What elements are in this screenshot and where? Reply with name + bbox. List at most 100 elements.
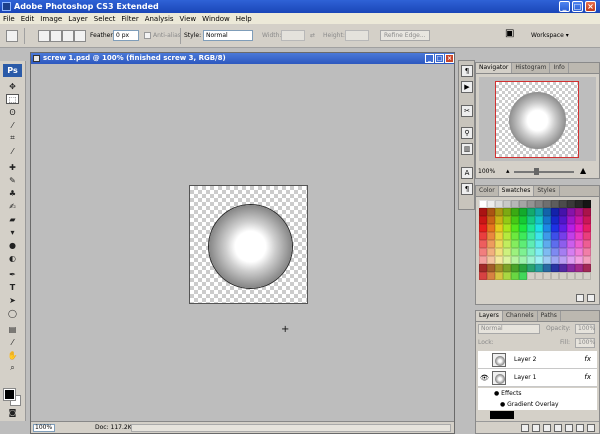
color-swatch[interactable] xyxy=(495,240,503,248)
color-swatch[interactable] xyxy=(559,240,567,248)
actions-dock-icon[interactable]: ▶ xyxy=(461,81,473,93)
color-swatch[interactable] xyxy=(503,208,511,216)
doc-close-icon[interactable]: × xyxy=(445,54,454,63)
intersect-selection-icon[interactable] xyxy=(74,30,86,42)
color-swatch[interactable] xyxy=(551,240,559,248)
color-swatch[interactable] xyxy=(535,256,543,264)
color-swatch[interactable] xyxy=(503,264,511,272)
adjustment-layer-icon[interactable] xyxy=(554,424,562,432)
color-swatch[interactable] xyxy=(543,208,551,216)
color-swatch[interactable] xyxy=(583,224,591,232)
fx-icon[interactable]: fx xyxy=(584,373,591,381)
menu-view[interactable]: View xyxy=(177,15,200,23)
gradient-overlay-row[interactable]: ● Gradient Overlay xyxy=(478,399,597,410)
tab-navigator[interactable]: Navigator xyxy=(476,63,513,73)
color-swatch[interactable] xyxy=(503,224,511,232)
color-swatch[interactable] xyxy=(511,256,519,264)
zoom-slider[interactable] xyxy=(514,171,574,173)
slice-icon[interactable]: ⁄ xyxy=(6,146,19,156)
history-brush-icon[interactable]: ✍ xyxy=(6,201,19,211)
color-swatch[interactable] xyxy=(527,240,535,248)
color-swatch[interactable] xyxy=(583,256,591,264)
color-swatch[interactable] xyxy=(511,232,519,240)
fill-field[interactable]: 100% xyxy=(575,338,595,348)
color-swatch[interactable] xyxy=(583,240,591,248)
eraser-icon[interactable]: ▰ xyxy=(6,214,19,224)
color-swatch[interactable] xyxy=(559,224,567,232)
color-swatch[interactable] xyxy=(543,272,551,280)
color-swatch[interactable] xyxy=(479,208,487,216)
layer-row-layer-1[interactable]: 👁 Layer 1 fx xyxy=(478,369,597,387)
color-swatch[interactable] xyxy=(559,200,567,208)
color-swatch[interactable] xyxy=(535,200,543,208)
color-swatch[interactable] xyxy=(511,248,519,256)
color-swatch[interactable] xyxy=(495,224,503,232)
navigator-view-box[interactable] xyxy=(495,81,579,158)
color-swatch[interactable] xyxy=(535,240,543,248)
foreground-color-swatch[interactable] xyxy=(3,388,16,401)
zoom-slider-knob[interactable] xyxy=(534,168,539,175)
color-swatch[interactable] xyxy=(479,240,487,248)
color-swatch[interactable] xyxy=(487,216,495,224)
shape-icon[interactable]: ◯ xyxy=(6,308,19,318)
color-swatch[interactable] xyxy=(543,232,551,240)
color-swatch[interactable] xyxy=(535,248,543,256)
color-swatch[interactable] xyxy=(487,232,495,240)
color-swatch[interactable] xyxy=(543,216,551,224)
swap-icon[interactable]: ⇄ xyxy=(310,32,315,39)
color-swatch[interactable] xyxy=(567,256,575,264)
color-swatch[interactable] xyxy=(583,272,591,280)
color-swatch[interactable] xyxy=(479,264,487,272)
color-swatch[interactable] xyxy=(527,256,535,264)
tab-paths[interactable]: Paths xyxy=(538,311,561,321)
layer-row-layer-2[interactable]: Layer 2 fx xyxy=(478,351,597,369)
color-swatch[interactable] xyxy=(559,232,567,240)
color-swatch[interactable] xyxy=(487,264,495,272)
hand-icon[interactable]: ✋ xyxy=(6,350,19,360)
color-swatch[interactable] xyxy=(575,248,583,256)
menu-file[interactable]: File xyxy=(0,15,18,23)
color-swatch[interactable] xyxy=(479,272,487,280)
color-swatch[interactable] xyxy=(495,248,503,256)
color-swatch[interactable] xyxy=(575,208,583,216)
color-swatch[interactable] xyxy=(567,200,575,208)
color-swatch[interactable] xyxy=(551,208,559,216)
color-swatch[interactable] xyxy=(519,208,527,216)
color-swatch[interactable] xyxy=(551,272,559,280)
color-swatch[interactable] xyxy=(527,272,535,280)
color-swatch[interactable] xyxy=(479,248,487,256)
minimize-icon[interactable]: _ xyxy=(559,1,570,12)
color-swatch[interactable] xyxy=(543,264,551,272)
color-swatch[interactable] xyxy=(559,248,567,256)
color-swatch[interactable] xyxy=(495,208,503,216)
feather-field[interactable]: 0 px xyxy=(113,30,139,41)
color-swatch[interactable] xyxy=(567,208,575,216)
color-swatch[interactable] xyxy=(487,208,495,216)
new-group-icon[interactable] xyxy=(565,424,573,432)
color-swatch[interactable] xyxy=(551,264,559,272)
color-swatch[interactable] xyxy=(567,216,575,224)
marquee-icon[interactable]: ⬚ xyxy=(6,94,19,104)
healing-icon[interactable]: ✚ xyxy=(6,162,19,172)
menu-help[interactable]: Help xyxy=(233,15,255,23)
color-swatch[interactable] xyxy=(503,272,511,280)
color-swatch[interactable] xyxy=(519,216,527,224)
color-swatch[interactable] xyxy=(519,224,527,232)
color-swatch[interactable] xyxy=(479,216,487,224)
color-swatch[interactable] xyxy=(535,272,543,280)
add-mask-icon[interactable] xyxy=(543,424,551,432)
marquee-preset-icon[interactable] xyxy=(6,30,18,42)
color-swatch[interactable] xyxy=(583,232,591,240)
horizontal-scrollbar[interactable] xyxy=(131,424,451,432)
color-swatch[interactable] xyxy=(511,200,519,208)
color-swatch[interactable] xyxy=(575,264,583,272)
color-swatch[interactable] xyxy=(527,264,535,272)
clone-source-dock-icon[interactable]: ⚲ xyxy=(461,127,473,139)
new-selection-icon[interactable] xyxy=(38,30,50,42)
color-swatch[interactable] xyxy=(535,232,543,240)
height-field[interactable] xyxy=(345,30,369,41)
color-swatch[interactable] xyxy=(575,240,583,248)
opacity-field[interactable]: 100% xyxy=(575,324,595,334)
dodge-icon[interactable]: ◐ xyxy=(6,253,19,263)
menu-analysis[interactable]: Analysis xyxy=(142,15,177,23)
